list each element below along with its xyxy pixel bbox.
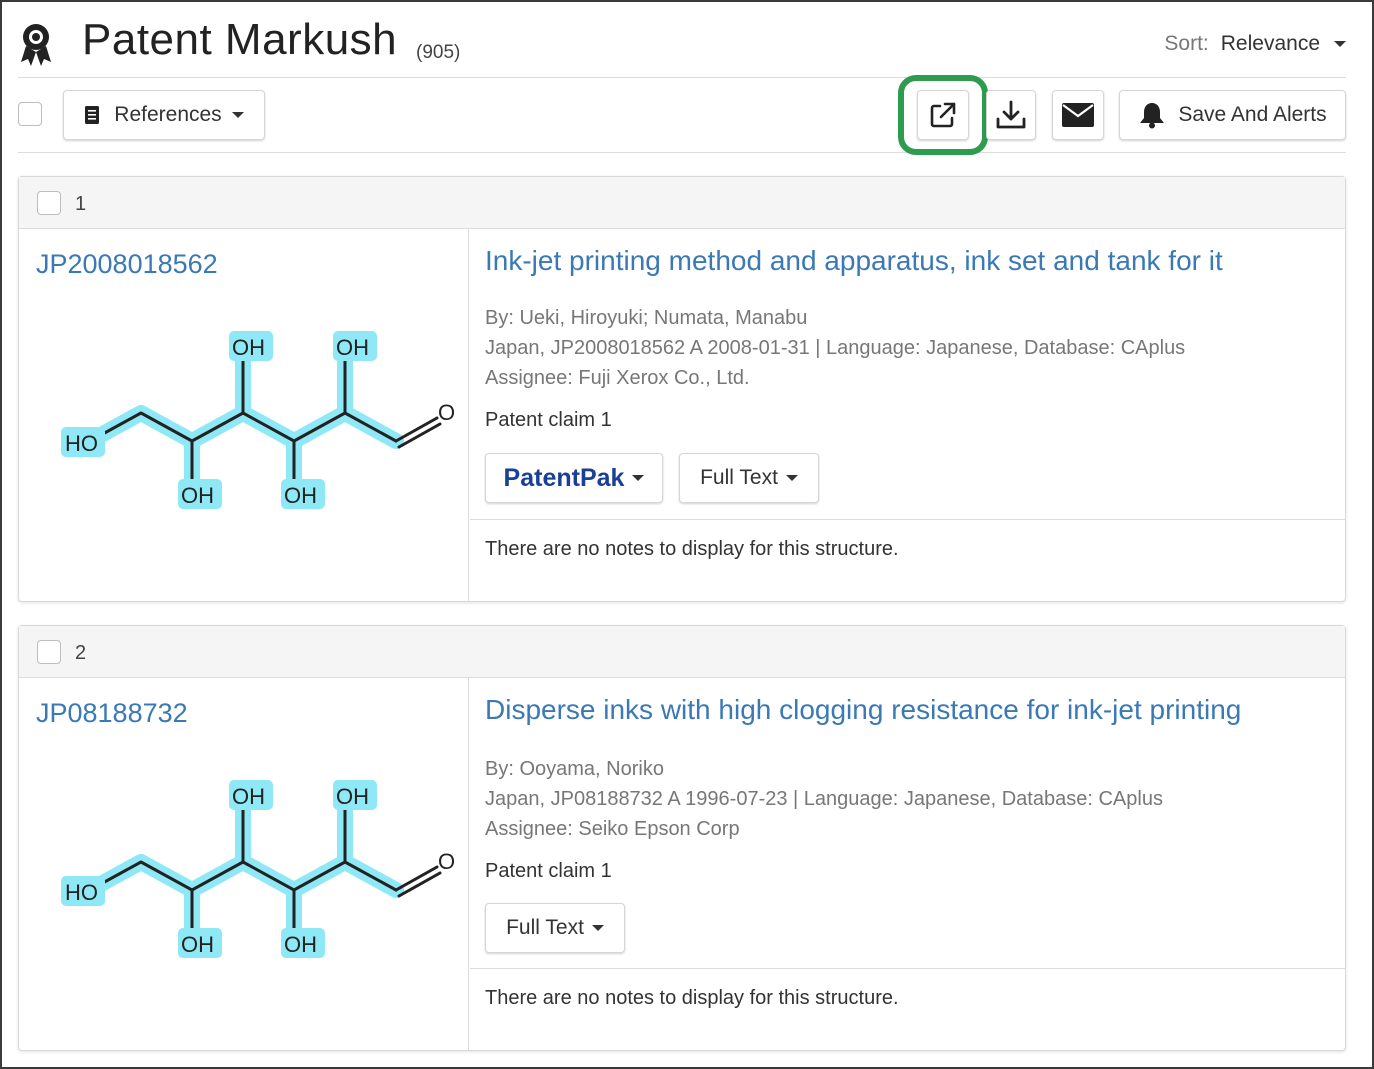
result-index: 2 [75, 642, 87, 664]
reference-details: Ink-jet printing method and apparatus, i… [470, 229, 1345, 601]
caret-down-icon [785, 475, 798, 481]
reference-title-link[interactable]: Disperse inks with high clogging resista… [485, 694, 1241, 726]
result-count: (905) [416, 42, 461, 63]
atom-label: OH [232, 784, 265, 809]
caret-down-icon [1334, 41, 1346, 47]
authors: By: Ooyama, Noriko [485, 758, 664, 780]
external-link-icon [930, 102, 956, 128]
atom-label: OH [336, 784, 369, 809]
patent-number-link[interactable]: JP08188732 [36, 698, 188, 729]
patent-claim-label: Patent claim 1 [485, 409, 612, 431]
assignee: Assignee: Seiko Epson Corp [485, 818, 740, 840]
sort-dropdown[interactable]: Sort: Relevance [1164, 32, 1346, 56]
atom-label: O [438, 849, 455, 874]
atom-label: OH [284, 932, 317, 957]
reference-metadata: By: Ooyama, Noriko Japan, JP08188732 A 1… [485, 754, 1163, 844]
result-index: 1 [75, 193, 87, 215]
assignee: Assignee: Fuji Xerox Co., Ltd. [485, 367, 750, 389]
email-button[interactable] [1052, 90, 1104, 140]
notes-section: There are no notes to display for this s… [470, 519, 1345, 601]
full-text-button[interactable]: Full Text [485, 903, 625, 953]
publication-info: Japan, JP2008018562 A 2008-01-31 | Langu… [485, 337, 1186, 359]
reference-details: Disperse inks with high clogging resista… [470, 678, 1345, 1050]
patentpak-button[interactable]: PatentPak [485, 453, 663, 503]
atom-label: O [438, 400, 455, 425]
page-header: Patent Markush (905) Sort: Relevance [18, 10, 1346, 78]
caret-down-icon [632, 475, 645, 481]
atom-label: OH [181, 932, 214, 957]
result-checkbox[interactable] [37, 640, 61, 664]
full-text-button[interactable]: Full Text [679, 453, 819, 503]
sort-value: Relevance [1220, 32, 1320, 55]
chemical-structure[interactable]: HO OH OH OH OH O [35, 778, 455, 978]
patent-number-link[interactable]: JP2008018562 [36, 249, 218, 280]
structure-column: JP2008018562 HO OH OH OH OH O [19, 229, 469, 601]
download-button[interactable] [986, 90, 1036, 140]
chemical-structure[interactable]: HO OH OH OH OH O [35, 329, 455, 529]
page-title: Patent Markush [82, 15, 398, 64]
save-and-alerts-button[interactable]: Save And Alerts [1119, 90, 1346, 140]
atom-label: OH [232, 335, 265, 360]
result-card: 2 JP08188732 HO OH OH OH OH O Disperse i… [18, 625, 1346, 1051]
full-text-label: Full Text [700, 466, 778, 489]
atom-label: HO [65, 431, 98, 456]
result-card-header: 1 [19, 177, 1345, 229]
authors: By: Ueki, Hiroyuki; Numata, Manabu [485, 307, 808, 329]
select-all-checkbox[interactable] [18, 102, 42, 126]
result-card-body: JP08188732 HO OH OH OH OH O Disperse ink… [19, 678, 1345, 1050]
structure-column: JP08188732 HO OH OH OH OH O [19, 678, 469, 1050]
references-label: References [114, 103, 222, 126]
atom-label: OH [336, 335, 369, 360]
result-card-body: JP2008018562 HO OH OH OH OH O Ink-jet pr… [19, 229, 1345, 601]
result-card: 1 JP2008018562 HO OH OH OH OH O Ink-jet … [18, 176, 1346, 602]
award-ribbon-icon [21, 24, 51, 66]
results-toolbar: References Save And Alerts [18, 75, 1346, 155]
patentpak-label: PatentPak [503, 463, 625, 492]
atom-label: OH [181, 483, 214, 508]
publication-info: Japan, JP08188732 A 1996-07-23 | Languag… [485, 788, 1163, 810]
reference-title-link[interactable]: Ink-jet printing method and apparatus, i… [485, 245, 1223, 277]
reference-metadata: By: Ueki, Hiroyuki; Numata, Manabu Japan… [485, 303, 1185, 393]
caret-down-icon [591, 925, 604, 931]
notes-section: There are no notes to display for this s… [470, 968, 1345, 1050]
download-icon [996, 100, 1026, 129]
caret-down-icon [231, 112, 244, 118]
notes-text: There are no notes to display for this s… [485, 538, 899, 560]
notes-text: There are no notes to display for this s… [485, 987, 899, 1009]
references-button[interactable]: References [63, 90, 265, 140]
book-icon [85, 106, 100, 124]
patent-claim-label: Patent claim 1 [485, 860, 612, 882]
atom-label: OH [284, 483, 317, 508]
envelope-icon [1062, 103, 1094, 127]
atom-label: HO [65, 880, 98, 905]
save-and-alerts-label: Save And Alerts [1178, 103, 1327, 126]
open-in-new-window-button[interactable] [917, 90, 969, 140]
bell-icon [1140, 103, 1165, 129]
result-checkbox[interactable] [37, 191, 61, 215]
result-card-header: 2 [19, 626, 1345, 678]
sort-label: Sort: [1164, 32, 1209, 55]
full-text-label: Full Text [506, 916, 584, 939]
